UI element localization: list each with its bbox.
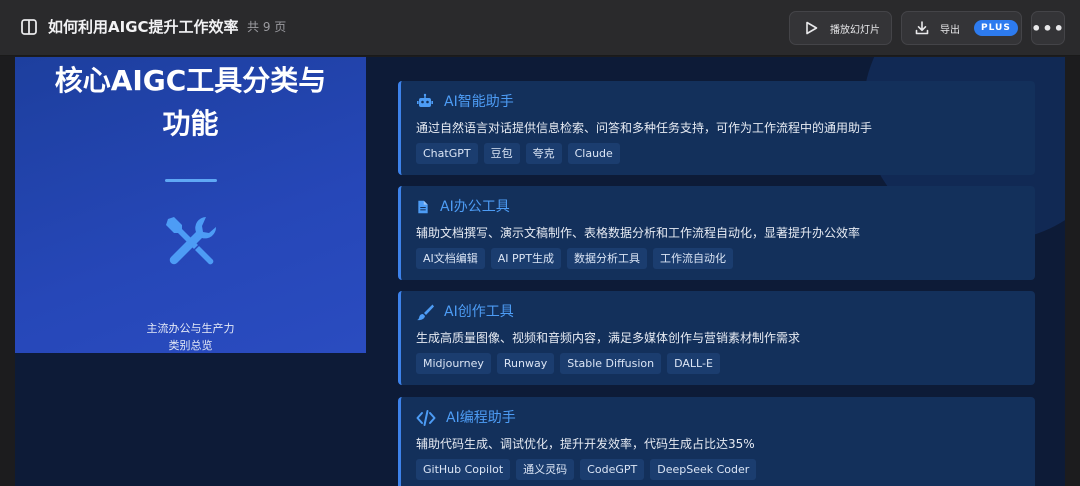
code-icon [416,410,436,426]
book-icon[interactable] [19,17,39,37]
slide-canvas: 核心AIGC工具分类与 功能 主流办公与生产力 类别总览 AI智能助手 通过自然… [15,57,1065,486]
download-icon [915,21,929,35]
slide-title: 核心AIGC工具分类与 功能 [15,57,366,147]
tag: GitHub Copilot [416,459,511,480]
category-card-ai-office: AI办公工具 辅助文档撰写、演示文稿制作、表格数据分析和工作流程自动化，显著提升… [398,186,1035,280]
category-card-ai-creation: AI创作工具 生成高质量图像、视频和音频内容，满足多媒体创作与营销素材制作需求 … [398,291,1035,385]
play-slideshow-button[interactable]: 播放幻灯片 [789,11,892,45]
tag: 豆包 [483,143,520,164]
card-title: AI编程助手 [446,410,516,426]
slide-title-line1: 核心AIGC工具分类与 [54,64,327,97]
document-icon [418,200,428,214]
paintbrush-icon [417,304,434,321]
card-description: 通过自然语言对话提供信息检索、问答和多种任务支持，可作为工作流程中的通用助手 [416,121,873,135]
export-button[interactable]: 导出 PLUS [901,11,1022,45]
slide-title-line2: 功能 [162,107,219,140]
tag: ChatGPT [416,143,478,164]
card-description: 辅助代码生成、调试优化，提升开发效率，代码生成占比达35% [416,437,755,451]
tag: 工作流自动化 [653,248,734,269]
tag: Claude [567,143,620,164]
plus-badge: PLUS [974,20,1018,36]
tag: AI PPT生成 [490,248,562,269]
slide-caption-line1: 主流办公与生产力 [146,322,235,335]
tag: DALL-E [667,353,720,374]
card-description: 生成高质量图像、视频和音频内容，满足多媒体创作与营销素材制作需求 [416,331,801,345]
slide-stage: 核心AIGC工具分类与 功能 主流办公与生产力 类别总览 AI智能助手 通过自然… [0,57,1080,486]
tag: Runway [496,353,555,374]
top-toolbar: 如何利用AIGC提升工作效率 共 9 页 播放幻灯片 导出 PLUS ••• [0,0,1080,56]
tag: Midjourney [416,353,491,374]
play-slideshow-label: 播放幻灯片 [830,24,880,36]
slide-caption: 主流办公与生产力 类别总览 [15,320,366,354]
more-icon: ••• [1031,18,1065,38]
page-count: 共 9 页 [247,20,287,34]
presentation-title: 如何利用AIGC提升工作效率 [48,18,239,36]
card-title: AI办公工具 [440,199,510,215]
category-card-ai-assistant: AI智能助手 通过自然语言对话提供信息检索、问答和多种任务支持，可作为工作流程中… [398,81,1035,175]
card-title: AI智能助手 [444,94,514,110]
play-icon [806,21,818,35]
tag: 数据分析工具 [567,248,648,269]
category-card-ai-coding: AI编程助手 辅助代码生成、调试优化，提升开发效率，代码生成占比达35% Git… [398,397,1035,486]
slide-left-panel: 核心AIGC工具分类与 功能 主流办公与生产力 类别总览 [15,57,366,353]
card-description: 辅助文档撰写、演示文稿制作、表格数据分析和工作流程自动化，显著提升办公效率 [416,226,861,240]
tag: 夸克 [525,143,562,164]
tag: CodeGPT [580,459,645,480]
tag: Stable Diffusion [560,353,662,374]
tag: AI文档编辑 [416,248,485,269]
card-title: AI创作工具 [444,304,514,320]
title-divider [165,179,217,182]
tag: 通义灵码 [516,459,575,480]
robot-icon [417,93,433,107]
export-label: 导出 [940,24,960,36]
tag: DeepSeek Coder [650,459,757,480]
tools-icon [166,217,217,265]
more-options-button[interactable]: ••• [1031,11,1065,45]
slide-caption-line2: 类别总览 [168,339,213,352]
